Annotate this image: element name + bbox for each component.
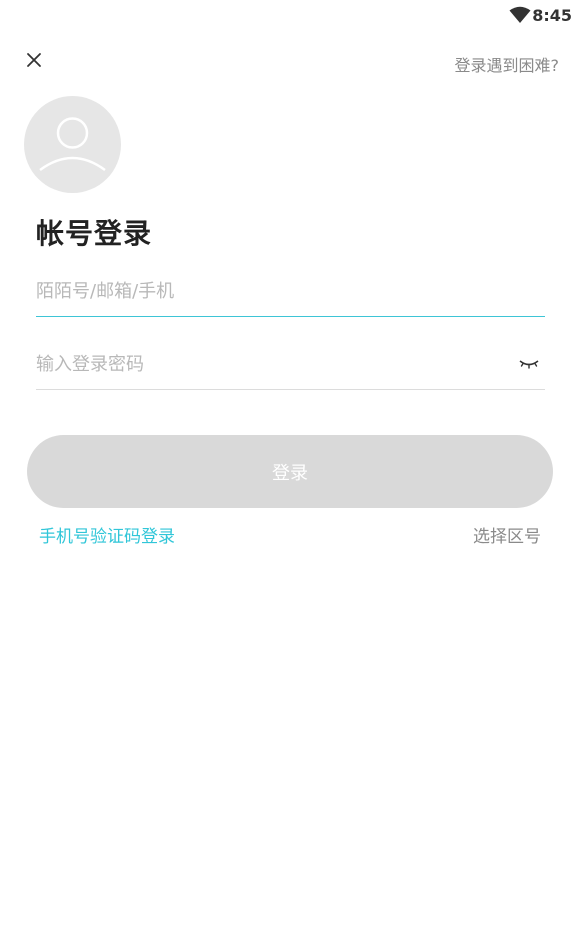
- status-time: 8:45: [532, 6, 572, 25]
- avatar: [24, 96, 121, 193]
- page-title: 帐号登录: [36, 217, 153, 250]
- sms-login-link[interactable]: 手机号验证码登录: [39, 522, 175, 547]
- status-bar: 8:45: [0, 0, 581, 32]
- login-button[interactable]: 登录: [27, 435, 553, 508]
- password-input[interactable]: [36, 341, 506, 387]
- wifi-icon: [509, 6, 531, 23]
- close-icon[interactable]: [24, 50, 44, 70]
- password-field: [36, 341, 545, 390]
- eye-closed-icon[interactable]: [519, 355, 539, 371]
- account-field: [36, 268, 545, 317]
- account-input[interactable]: [36, 268, 545, 314]
- login-help-link[interactable]: 登录遇到困难?: [455, 52, 560, 76]
- user-avatar-icon: [39, 117, 106, 172]
- select-region-link[interactable]: 选择区号: [473, 522, 541, 547]
